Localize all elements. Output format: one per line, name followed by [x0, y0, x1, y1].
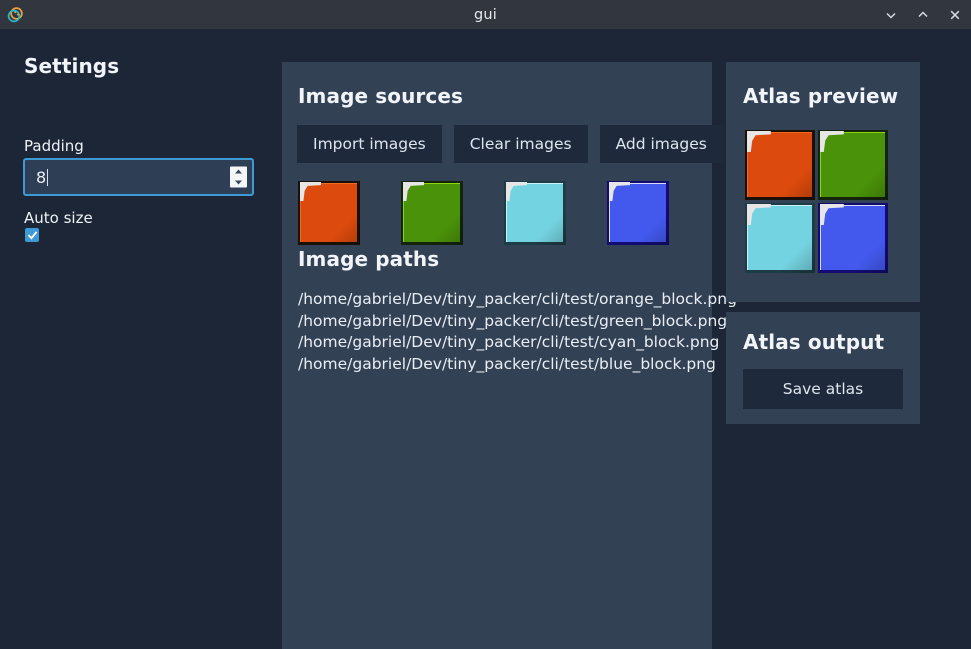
- block-art: [504, 181, 566, 245]
- auto-size-checkbox[interactable]: [25, 228, 39, 242]
- spinner-down-icon[interactable]: [234, 179, 243, 185]
- cyan-block-thumbnail[interactable]: [504, 181, 566, 245]
- block-shading: [298, 181, 360, 245]
- blue-block-thumbnail[interactable]: [607, 181, 669, 245]
- block-shading: [818, 203, 888, 273]
- atlas-cell-green: [818, 130, 888, 200]
- check-icon: [27, 230, 37, 240]
- window-titlebar: gui: [0, 0, 971, 29]
- padding-label: Padding: [24, 137, 84, 155]
- atlas-output-heading: Atlas output: [743, 330, 885, 354]
- image-paths-list: /home/gabriel/Dev/tiny_packer/cli/test/o…: [298, 289, 737, 375]
- chevron-up-icon: [918, 10, 928, 17]
- image-thumbnails: [298, 181, 698, 249]
- block-shading: [745, 130, 815, 200]
- maximize-button[interactable]: [907, 0, 939, 29]
- padding-value: 8: [36, 167, 47, 187]
- spinner-up-icon[interactable]: [234, 169, 243, 175]
- atlas-cell-orange: [745, 130, 815, 200]
- block-shading: [401, 181, 463, 245]
- add-images-button[interactable]: Add images: [599, 125, 723, 163]
- minimize-button[interactable]: [875, 0, 907, 29]
- window-controls: [875, 0, 971, 29]
- block-art: [818, 203, 888, 273]
- image-path-item: /home/gabriel/Dev/tiny_packer/cli/test/b…: [298, 354, 716, 373]
- app-body: Settings Padding 8 Auto size Image sourc…: [0, 29, 971, 649]
- block-art: [401, 181, 463, 245]
- atlas-preview-panel: Atlas preview: [726, 62, 920, 302]
- auto-size-label: Auto size: [24, 209, 93, 227]
- image-sources-panel: Image sources Import images Clear images…: [282, 62, 737, 649]
- green-block-thumbnail[interactable]: [401, 181, 463, 245]
- chevron-down-icon: [886, 12, 896, 19]
- block-art: [745, 203, 815, 273]
- clear-images-button[interactable]: Clear images: [453, 125, 588, 163]
- padding-stepper[interactable]: [230, 166, 247, 188]
- save-atlas-button[interactable]: Save atlas: [743, 369, 903, 409]
- image-source-buttons: Import images Clear images Add images: [297, 125, 723, 163]
- orange-block-thumbnail[interactable]: [298, 181, 360, 245]
- window-title: gui: [473, 6, 498, 23]
- image-sources-heading: Image sources: [298, 84, 463, 108]
- block-art: [298, 181, 360, 245]
- atlas-cell-blue: [818, 203, 888, 273]
- image-path-item: /home/gabriel/Dev/tiny_packer/cli/test/o…: [298, 290, 737, 308]
- close-icon: [950, 10, 960, 19]
- image-paths-heading: Image paths: [298, 247, 440, 271]
- block-art: [818, 130, 888, 200]
- block-shading: [504, 181, 566, 245]
- import-images-button[interactable]: Import images: [297, 125, 442, 163]
- atlas-output-panel: Atlas output Save atlas: [726, 312, 920, 424]
- close-button[interactable]: [939, 0, 971, 29]
- atlas-cell-cyan: [745, 203, 815, 273]
- block-art: [607, 181, 669, 245]
- text-caret: [47, 168, 49, 186]
- padding-input[interactable]: 8: [23, 158, 254, 196]
- settings-heading: Settings: [24, 54, 120, 78]
- block-shading: [607, 181, 669, 245]
- block-shading: [745, 203, 815, 273]
- atlas-preview-grid: [745, 130, 888, 273]
- settings-panel: Settings Padding 8 Auto size: [0, 29, 276, 628]
- block-art: [745, 130, 815, 200]
- image-path-item: /home/gabriel/Dev/tiny_packer/cli/test/g…: [298, 311, 728, 330]
- image-path-item: /home/gabriel/Dev/tiny_packer/cli/test/c…: [298, 333, 720, 351]
- atlas-preview-heading: Atlas preview: [743, 84, 899, 108]
- block-shading: [818, 130, 888, 200]
